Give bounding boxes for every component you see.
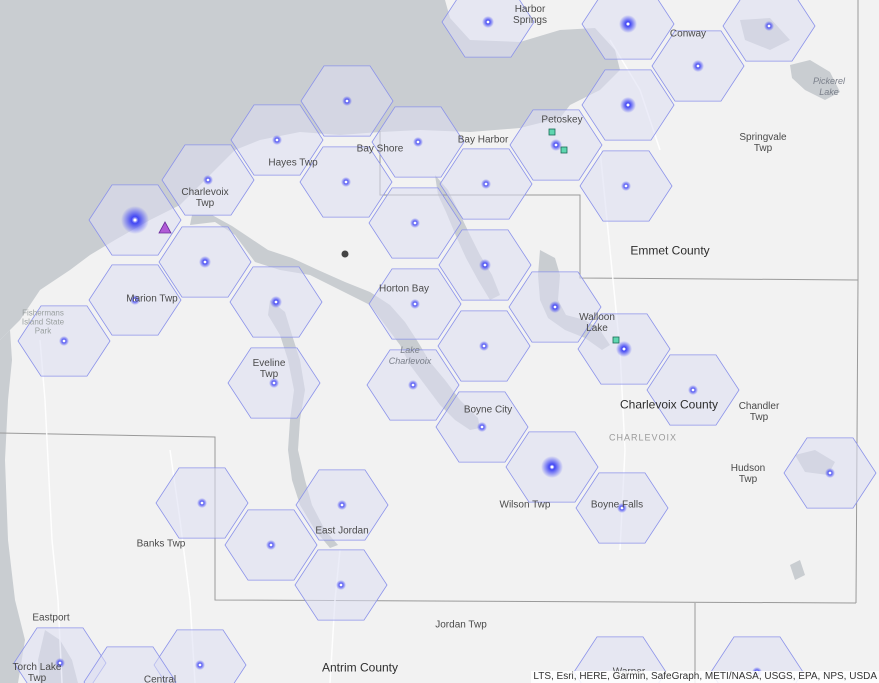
density-point-core bbox=[486, 20, 490, 24]
place-label-29: Central bbox=[143, 674, 177, 683]
density-point-core bbox=[340, 503, 344, 507]
place-label-17: Chandler Twp bbox=[738, 401, 780, 423]
density-point-core bbox=[269, 543, 273, 547]
place-label-2: Pickerel Lake bbox=[812, 76, 846, 97]
density-point-core bbox=[275, 138, 279, 142]
square-marker-walloon[interactable] bbox=[612, 336, 620, 344]
place-label-23: East Jordan bbox=[315, 525, 369, 537]
density-point-core bbox=[696, 64, 700, 68]
density-point-core bbox=[553, 305, 557, 309]
place-label-4: Springvale Twp bbox=[739, 132, 787, 154]
density-point-core bbox=[554, 143, 558, 147]
density-point-core bbox=[624, 184, 628, 188]
place-label-1: Conway bbox=[669, 28, 707, 40]
place-label-11: Marion Twp bbox=[126, 293, 178, 305]
place-label-7: Hayes Twp bbox=[268, 157, 318, 169]
density-point-core bbox=[691, 388, 695, 392]
place-label-8: Charlevoix Twp bbox=[181, 187, 229, 209]
density-point-core bbox=[480, 425, 484, 429]
place-label-12: Fishermans Island State Park bbox=[21, 308, 65, 336]
density-point-core bbox=[484, 182, 488, 186]
density-point-core bbox=[416, 140, 420, 144]
place-label-9: Emmet County bbox=[630, 243, 710, 258]
place-label-5: Bay Harbor bbox=[457, 134, 509, 146]
density-point-core bbox=[483, 263, 487, 267]
map-svg[interactable] bbox=[0, 0, 879, 683]
place-label-28: Torch Lake Twp bbox=[12, 662, 62, 683]
density-point-core bbox=[482, 344, 486, 348]
map-canvas[interactable]: Harbor Springs Conway Pickerel Lake Petoskey S… bbox=[0, 0, 879, 683]
place-label-0: Harbor Springs bbox=[513, 4, 547, 26]
density-point-core bbox=[767, 24, 771, 28]
place-label-22: Boyne Falls bbox=[590, 499, 644, 511]
density-point-core bbox=[550, 465, 554, 469]
place-label-20: Hudson Twp bbox=[730, 463, 766, 485]
place-label-16: Charlevoix County bbox=[619, 397, 719, 412]
map-attribution: LTS, Esri, HERE, Garmin, SafeGraph, METI… bbox=[531, 671, 879, 683]
small-lake-southeast bbox=[790, 560, 805, 580]
density-point-core bbox=[339, 583, 343, 587]
place-label-6: Bay Shore bbox=[356, 143, 404, 155]
density-point-core bbox=[274, 300, 278, 304]
place-label-18: Boyne City bbox=[463, 404, 513, 416]
place-label-13: Walloon Lake bbox=[579, 312, 615, 334]
density-point-core bbox=[133, 218, 137, 222]
density-point-core bbox=[344, 180, 348, 184]
place-label-26: Jordan Twp bbox=[435, 619, 487, 631]
west-shore-water bbox=[0, 330, 25, 683]
density-point-core bbox=[272, 381, 276, 385]
density-point-core bbox=[413, 221, 417, 225]
density-point-core bbox=[198, 663, 202, 667]
density-point-core bbox=[62, 339, 66, 343]
place-label-27: Antrim County bbox=[321, 660, 399, 675]
center-dot bbox=[341, 250, 349, 258]
place-label-15: Eveline Twp bbox=[252, 358, 286, 380]
density-point-core bbox=[345, 99, 349, 103]
square-marker-petoskey-1[interactable] bbox=[548, 128, 556, 136]
density-point-core bbox=[413, 302, 417, 306]
density-point-core bbox=[626, 22, 630, 26]
place-label-24: Banks Twp bbox=[136, 538, 186, 550]
water-layer bbox=[0, 0, 840, 683]
place-label-19: CHARLEVOIX bbox=[608, 432, 678, 443]
density-point-core bbox=[626, 103, 630, 107]
place-label-3: Petoskey bbox=[541, 114, 583, 126]
density-point-core bbox=[203, 260, 207, 264]
density-point-core bbox=[200, 501, 204, 505]
place-label-21: Wilson Twp bbox=[499, 499, 551, 511]
place-label-10: Horton Bay bbox=[378, 283, 430, 295]
density-point-core bbox=[828, 471, 832, 475]
place-label-25: Eastport bbox=[32, 612, 70, 624]
east-county-boundary bbox=[855, 0, 859, 604]
density-point-core bbox=[411, 383, 415, 387]
density-point-core bbox=[206, 178, 210, 182]
density-point-core bbox=[622, 347, 626, 351]
place-label-14: Lake Charlevoix bbox=[388, 345, 432, 366]
antrim-charlevoix-boundary bbox=[0, 432, 857, 604]
square-marker-petoskey-2[interactable] bbox=[560, 146, 568, 154]
